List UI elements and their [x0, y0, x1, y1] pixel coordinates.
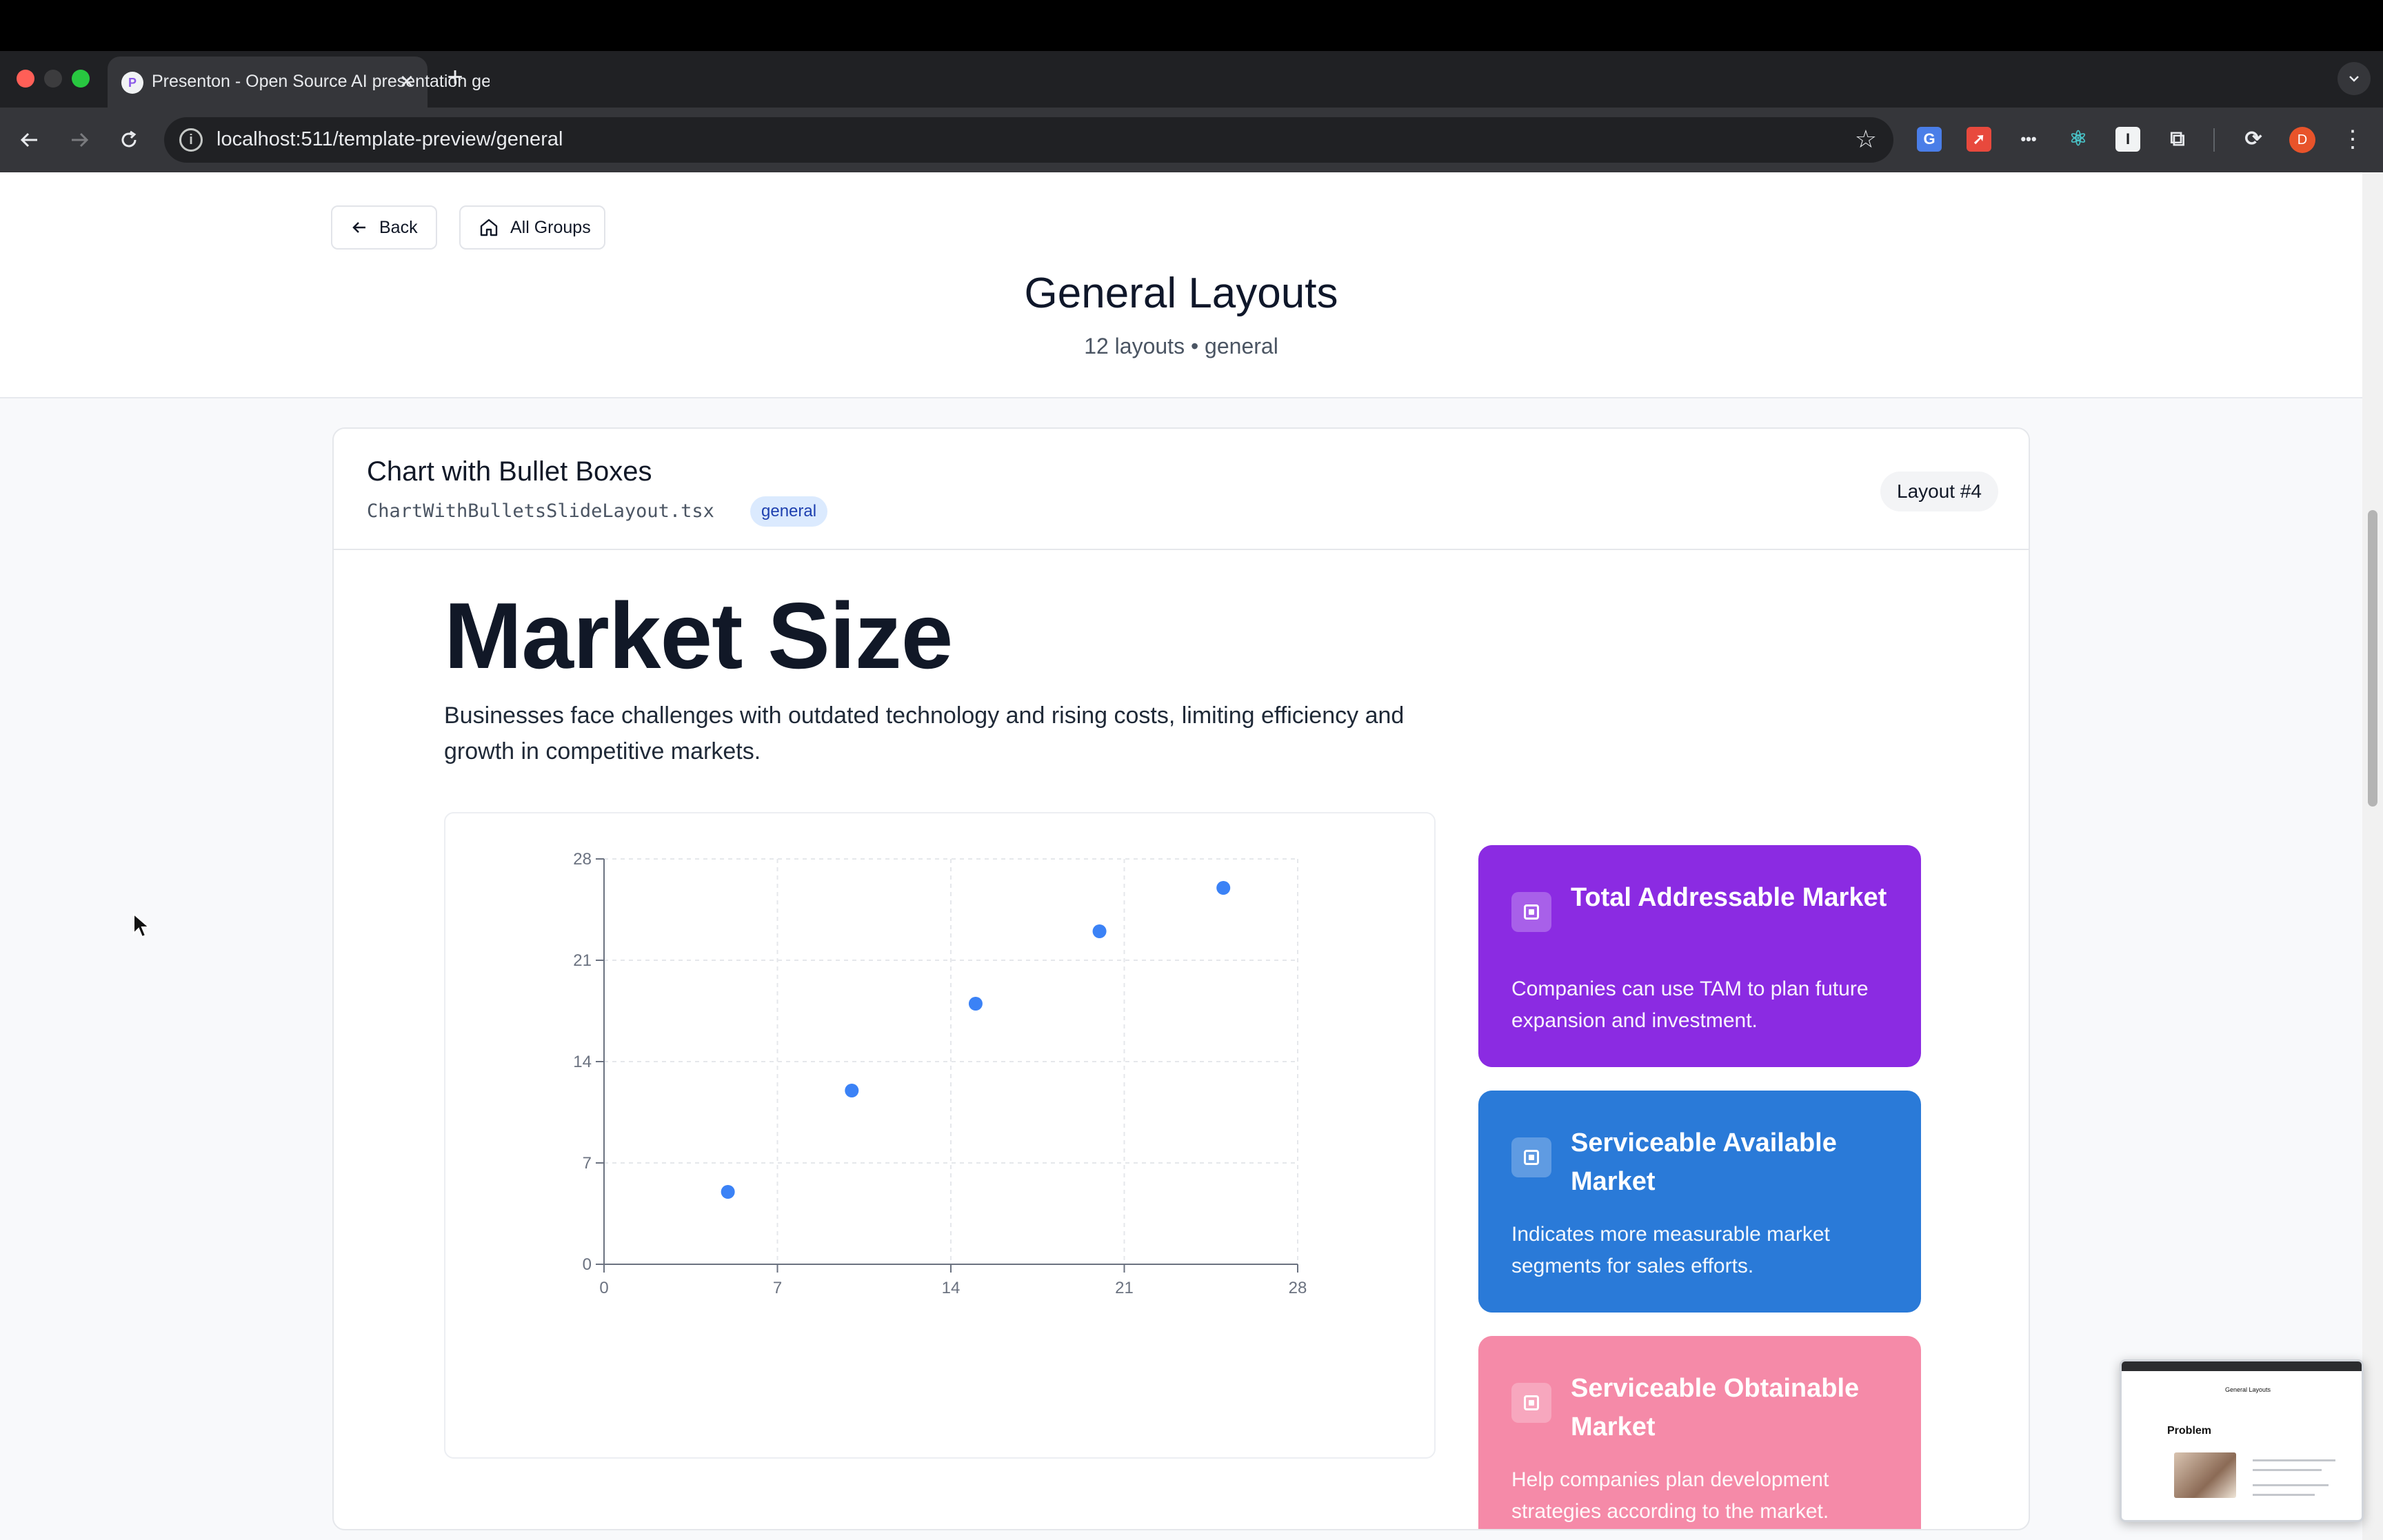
- page-subtitle: 12 layouts • general: [1084, 334, 1278, 358]
- scatter-point: [721, 1185, 735, 1199]
- top-black-bar: [0, 0, 2383, 51]
- x-tick-label: 7: [773, 1279, 782, 1297]
- y-tick-label: 28: [573, 850, 592, 869]
- all-groups-label: All Groups: [510, 217, 591, 237]
- layout-card-header: Chart with Bullet Boxes ChartWithBullets…: [334, 429, 2029, 550]
- address-url[interactable]: localhost:511/template-preview/general: [217, 128, 563, 151]
- box-icon: [1511, 1383, 1551, 1423]
- bullet-box-tam: Total Addressable Market Companies can u…: [1478, 845, 1921, 1067]
- scrollbar-thumb[interactable]: [2368, 510, 2377, 807]
- mouse-cursor-icon: [133, 913, 150, 938]
- window-zoom-icon[interactable]: [72, 70, 90, 88]
- page-scrollbar[interactable]: [2362, 172, 2383, 1540]
- thumbnail-chrome: [2122, 1361, 2362, 1371]
- tab-close-icon[interactable]: ✕: [394, 69, 419, 94]
- site-info-icon[interactable]: i: [179, 128, 203, 152]
- address-bar[interactable]: i localhost:511/template-preview/general…: [164, 117, 1893, 163]
- x-tick-label: 14: [942, 1279, 961, 1297]
- translate-icon[interactable]: G: [1917, 127, 1942, 152]
- scatter-point: [1216, 881, 1231, 895]
- bullet-title: Total Addressable Market: [1571, 883, 1887, 912]
- group-tag-badge: general: [750, 496, 828, 527]
- window-minimize-icon[interactable]: [44, 70, 62, 88]
- y-tick-label: 0: [583, 1255, 592, 1274]
- scatter-point: [1092, 924, 1107, 938]
- thumbnail-image: [2174, 1452, 2236, 1498]
- x-tick-label: 21: [1115, 1279, 1134, 1297]
- all-groups-button[interactable]: All Groups: [459, 205, 605, 250]
- layout-card: Chart with Bullet Boxes ChartWithBullets…: [332, 427, 2030, 1530]
- y-tick-label: 7: [583, 1154, 592, 1173]
- scatter-chart: 0 7 14 21 28 0 7 14 21 28: [444, 812, 1436, 1459]
- page-header: Back All Groups General Layouts 12 layou…: [0, 172, 2362, 398]
- y-tick-label: 21: [573, 951, 592, 970]
- sync-icon[interactable]: ⟳: [2241, 127, 2266, 152]
- rocket-icon[interactable]: ➚: [1967, 127, 1991, 152]
- thumbnail-page-title: General Layouts: [2225, 1386, 2271, 1393]
- layout-number-badge: Layout #4: [1880, 472, 1998, 511]
- bullet-title: Serviceable Available Market: [1571, 1128, 1837, 1196]
- back-label: Back: [379, 217, 418, 237]
- x-tick-label: 0: [599, 1279, 608, 1297]
- thumbnail-line: [2253, 1469, 2322, 1471]
- new-tab-icon[interactable]: +: [441, 63, 469, 91]
- page-viewport: Back All Groups General Layouts 12 layou…: [0, 172, 2362, 1540]
- react-icon[interactable]: ⚛: [2066, 127, 2091, 152]
- puzzle-icon[interactable]: ⧉: [2165, 127, 2190, 152]
- forward-arrow-icon[interactable]: [61, 121, 98, 159]
- bullet-title: Serviceable Obtainable Market: [1571, 1374, 1860, 1441]
- bookmark-star-icon[interactable]: ☆: [1855, 125, 1877, 153]
- thumbnail-line: [2253, 1494, 2315, 1496]
- scatter-point: [845, 1084, 859, 1097]
- page-title: General Layouts: [1024, 270, 1338, 317]
- slide-description: Businesses face challenges with outdated…: [444, 702, 1405, 764]
- reload-icon[interactable]: [110, 121, 148, 159]
- slide-title: Market Size: [444, 583, 953, 688]
- bullet-box-som: Serviceable Obtainable Market Help compa…: [1478, 1336, 1921, 1529]
- bullet-text: Help companies plan development strategi…: [1511, 1468, 1829, 1523]
- back-button[interactable]: Back: [331, 205, 437, 250]
- layout-name: Chart with Bullet Boxes: [367, 456, 652, 487]
- window-close-icon[interactable]: [17, 70, 34, 88]
- scatter-point: [968, 997, 983, 1011]
- box-icon: [1511, 1137, 1551, 1177]
- tab-search-chevron-icon[interactable]: [2337, 62, 2371, 95]
- box-icon: [1511, 892, 1551, 932]
- profile-avatar[interactable]: D: [2289, 127, 2315, 153]
- bullet-text: Companies can use TAM to plan future exp…: [1511, 977, 1869, 1032]
- thumbnail-line: [2253, 1459, 2335, 1461]
- i-icon[interactable]: I: [2115, 127, 2140, 152]
- screenshot-thumbnail[interactable]: General Layouts Problem: [2120, 1359, 2364, 1522]
- browser-menu-icon[interactable]: ⋮: [2340, 123, 2365, 156]
- bullet-box-sam: Serviceable Available Market Indicates m…: [1478, 1091, 1921, 1313]
- dots-icon[interactable]: •••: [2016, 127, 2041, 152]
- y-tick-label: 14: [573, 1053, 592, 1071]
- layout-filename: ChartWithBulletsSlideLayout.tsx: [367, 500, 714, 522]
- back-arrow-icon[interactable]: [11, 121, 48, 159]
- toolbar-separator: [2213, 128, 2215, 152]
- home-icon: [480, 219, 498, 236]
- browser-tab[interactable]: P Presenton - Open Source AI presentatio…: [108, 57, 490, 108]
- thumbnail-slide-title: Problem: [2167, 1425, 2212, 1437]
- bullet-text: Indicates more measurable market segment…: [1511, 1223, 1830, 1277]
- tab-title: Presenton - Open Source AI presentation …: [152, 72, 490, 91]
- x-tick-label: 28: [1289, 1279, 1307, 1297]
- scatter-chart-svg: 0 7 14 21 28 0 7 14 21 28: [573, 850, 1307, 1297]
- thumbnail-line: [2253, 1484, 2329, 1486]
- presenton-favicon-icon: P: [121, 72, 143, 94]
- arrow-left-icon: [352, 222, 365, 233]
